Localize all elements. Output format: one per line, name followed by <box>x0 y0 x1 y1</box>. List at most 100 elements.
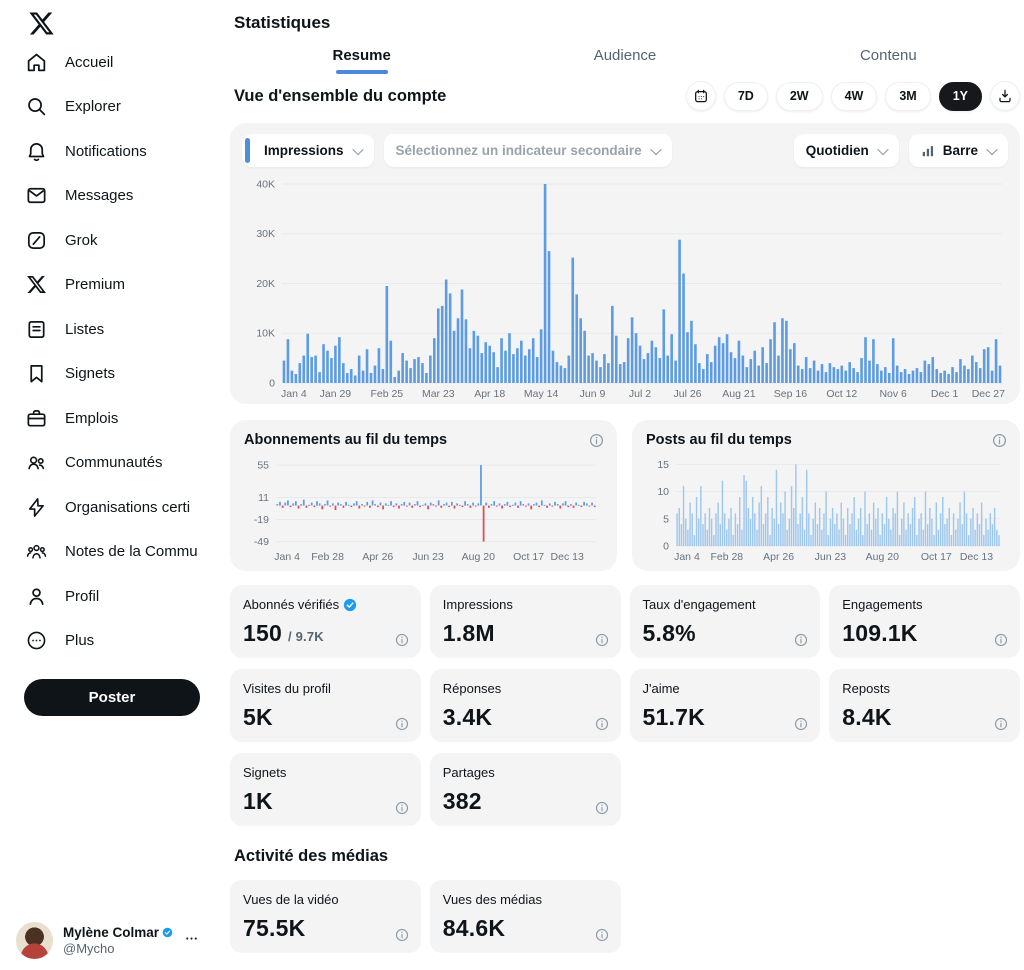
abonnements-title: Abonnements au fil du temps <box>244 432 603 448</box>
stat-card-impressions: Impressions 1.8M <box>430 585 621 658</box>
chevron-down-icon <box>352 143 363 154</box>
svg-text:Oct 17: Oct 17 <box>921 551 952 563</box>
stat-card-taux-engagement: Taux d'engagement 5.8% <box>630 585 821 658</box>
sidebar-item-communautes[interactable]: Communautés <box>24 441 212 486</box>
stat-label: Impressions <box>443 597 513 612</box>
bell-icon <box>24 139 48 163</box>
svg-text:30K: 30K <box>256 228 275 240</box>
stat-label: Engagements <box>842 597 922 612</box>
sidebar-item-accueil[interactable]: Accueil <box>24 40 212 85</box>
svg-text:55: 55 <box>257 460 269 472</box>
info-icon[interactable] <box>395 801 409 815</box>
stat-value: 5.8% <box>643 620 696 647</box>
tab-resume[interactable]: Resume <box>230 33 493 77</box>
lightning-icon <box>24 495 48 519</box>
bar-chart-icon <box>921 144 935 158</box>
range-7d-button[interactable]: 7D <box>724 82 768 111</box>
stat-value: 5K <box>243 704 273 731</box>
svg-text:Nov 6: Nov 6 <box>879 388 907 400</box>
stat-card-signets: Signets 1K <box>230 753 421 826</box>
svg-text:May 14: May 14 <box>524 388 559 400</box>
stat-card-partages: Partages 382 <box>430 753 621 826</box>
stat-card-jaime: J'aime 51.7K <box>630 669 821 742</box>
sidebar-item-signets[interactable]: Signets <box>24 352 212 397</box>
svg-text:Jan 4: Jan 4 <box>674 551 700 563</box>
secondary-metric-placeholder: Sélectionnez un indicateur secondaire <box>396 143 642 158</box>
chevron-down-icon <box>650 143 661 154</box>
info-icon[interactable] <box>589 433 604 448</box>
info-icon[interactable] <box>395 717 409 731</box>
info-icon[interactable] <box>595 633 609 647</box>
page-title: Statistiques <box>234 13 1020 33</box>
sidebar-item-notes-communaute[interactable]: Notes de la Commu <box>24 530 212 575</box>
range-4w-button[interactable]: 4W <box>831 82 878 111</box>
svg-text:Jan 29: Jan 29 <box>320 388 352 400</box>
sidebar-item-profil[interactable]: Profil <box>24 574 212 619</box>
stat-card-reposts: Reposts 8.4K <box>829 669 1020 742</box>
info-icon[interactable] <box>794 717 808 731</box>
range-1y-button[interactable]: 1Y <box>939 82 982 111</box>
x-logo-icon[interactable] <box>24 6 58 40</box>
analytics-main: Statistiques Resume Audience Contenu Vue… <box>212 0 1024 970</box>
info-icon[interactable] <box>992 433 1007 448</box>
sidebar-item-notifications[interactable]: Notifications <box>24 129 212 174</box>
envelope-icon <box>24 184 48 208</box>
svg-text:Oct 12: Oct 12 <box>826 388 857 400</box>
grok-icon <box>24 228 48 252</box>
stats-cards-grid: Abonnés vérifiés 150/ 9.7K Impressions 1… <box>230 585 1020 826</box>
overview-header: Vue d'ensemble du compte 7D 2W 4W 3M 1Y <box>234 81 1020 111</box>
stat-value: 84.6K <box>443 915 505 942</box>
download-icon[interactable] <box>990 81 1020 111</box>
primary-metric-dropdown[interactable]: Impressions <box>242 134 374 167</box>
info-icon[interactable] <box>595 928 609 942</box>
frequency-dropdown[interactable]: Quotidien <box>794 134 899 167</box>
verified-badge-icon <box>162 925 173 940</box>
overview-title: Vue d'ensemble du compte <box>234 87 446 106</box>
svg-text:Jun 23: Jun 23 <box>815 551 847 563</box>
avatar <box>16 922 53 959</box>
ellipsis-icon[interactable] <box>183 930 202 952</box>
sidebar-item-explorer[interactable]: Explorer <box>24 85 212 130</box>
tab-contenu[interactable]: Contenu <box>757 33 1020 77</box>
media-section-title: Activité des médias <box>234 847 1020 866</box>
sidebar-item-label: Accueil <box>65 54 113 71</box>
sidebar-item-messages[interactable]: Messages <box>24 174 212 219</box>
range-3m-button[interactable]: 3M <box>885 82 930 111</box>
abonnements-card: Abonnements au fil du temps 5511-19-49Ja… <box>230 420 617 571</box>
info-icon[interactable] <box>395 928 409 942</box>
svg-text:Apr 26: Apr 26 <box>362 551 393 563</box>
info-icon[interactable] <box>395 633 409 647</box>
calendar-icon[interactable] <box>686 81 716 111</box>
sidebar-item-label: Listes <box>65 321 104 338</box>
stat-value: 150 <box>243 620 282 647</box>
sidebar-item-emplois[interactable]: Emplois <box>24 396 212 441</box>
sidebar: Accueil Explorer Notifications Messages … <box>0 0 212 970</box>
secondary-metric-dropdown[interactable]: Sélectionnez un indicateur secondaire <box>384 134 672 167</box>
info-icon[interactable] <box>595 801 609 815</box>
info-icon[interactable] <box>595 717 609 731</box>
info-icon[interactable] <box>794 633 808 647</box>
sidebar-item-grok[interactable]: Grok <box>24 218 212 263</box>
poster-button[interactable]: Poster <box>24 679 200 716</box>
account-switcher[interactable]: Mylène Colmar @Mycho <box>16 922 202 959</box>
stat-card-visites-profil: Visites du profil 5K <box>230 669 421 742</box>
stat-value: 3.4K <box>443 704 492 731</box>
sidebar-item-label: Emplois <box>65 410 118 427</box>
info-icon[interactable] <box>994 633 1008 647</box>
stat-value: 1K <box>243 788 273 815</box>
tab-label: Contenu <box>860 47 917 64</box>
svg-text:Jun 9: Jun 9 <box>580 388 606 400</box>
tab-audience[interactable]: Audience <box>493 33 756 77</box>
sidebar-item-plus[interactable]: Plus <box>24 619 212 664</box>
sidebar-item-premium[interactable]: Premium <box>24 263 212 308</box>
sidebar-item-listes[interactable]: Listes <box>24 307 212 352</box>
bookmark-icon <box>24 362 48 386</box>
x-icon <box>24 273 48 297</box>
chart-style-dropdown[interactable]: Barre <box>909 134 1008 167</box>
stat-suffix: / 9.7K <box>288 629 324 644</box>
info-icon[interactable] <box>994 717 1008 731</box>
range-2w-button[interactable]: 2W <box>776 82 823 111</box>
main-chart-panel: Impressions Sélectionnez un indicateur s… <box>230 123 1020 404</box>
sidebar-item-organisations[interactable]: Organisations certi <box>24 485 212 530</box>
sidebar-item-label: Plus <box>65 632 94 649</box>
